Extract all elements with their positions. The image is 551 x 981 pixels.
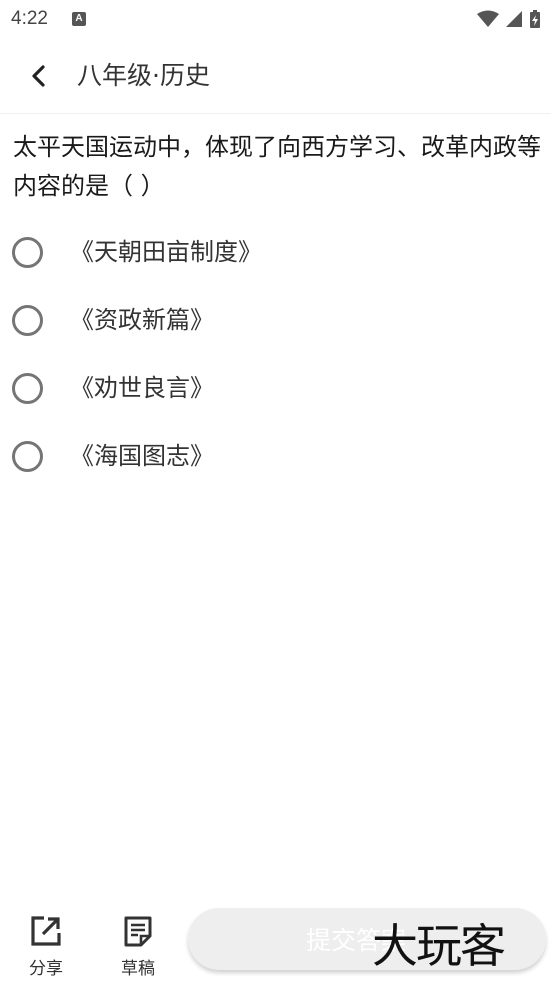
option-label: 《劝世良言》: [70, 374, 214, 402]
option-label: 《资政新篇》: [70, 306, 214, 334]
chevron-left-icon: [32, 65, 45, 87]
app-bar: 八年级·历史: [0, 38, 551, 114]
radio-button[interactable]: [12, 372, 43, 404]
option-label: 《海国图志》: [70, 442, 214, 470]
radio-button[interactable]: [12, 304, 43, 336]
share-icon: [31, 916, 61, 946]
notepad-icon: [124, 916, 152, 947]
draft-button[interactable]: 草稿: [108, 914, 168, 979]
battery-icon: [530, 10, 540, 28]
radio-button[interactable]: [12, 440, 43, 472]
bottom-bar: 分享 草稿 提交答案 大玩客: [0, 900, 551, 981]
radio-button[interactable]: [12, 236, 43, 268]
draft-label: 草稿: [121, 959, 155, 979]
signal-icon: [506, 11, 522, 27]
watermark-logo: 大玩客: [372, 919, 506, 973]
share-label: 分享: [29, 959, 63, 979]
option-a[interactable]: 《天朝田亩制度》: [0, 218, 551, 286]
share-button[interactable]: 分享: [16, 914, 76, 979]
option-b[interactable]: 《资政新篇》: [0, 286, 551, 354]
page-title: 八年级·历史: [77, 61, 210, 90]
notification-icon: A: [72, 12, 86, 26]
option-d[interactable]: 《海国图志》: [0, 422, 551, 490]
wifi-icon: [477, 10, 499, 27]
status-bar: 4:22 A: [0, 0, 551, 38]
status-time: 4:22: [11, 8, 48, 29]
question-text: 太平天国运动中，体现了向西方学习、改革内政等内容的是（ ）: [13, 133, 541, 200]
status-icons: [477, 9, 541, 29]
option-label: 《天朝田亩制度》: [70, 238, 262, 266]
back-button[interactable]: [18, 58, 58, 94]
option-c[interactable]: 《劝世良言》: [0, 354, 551, 422]
